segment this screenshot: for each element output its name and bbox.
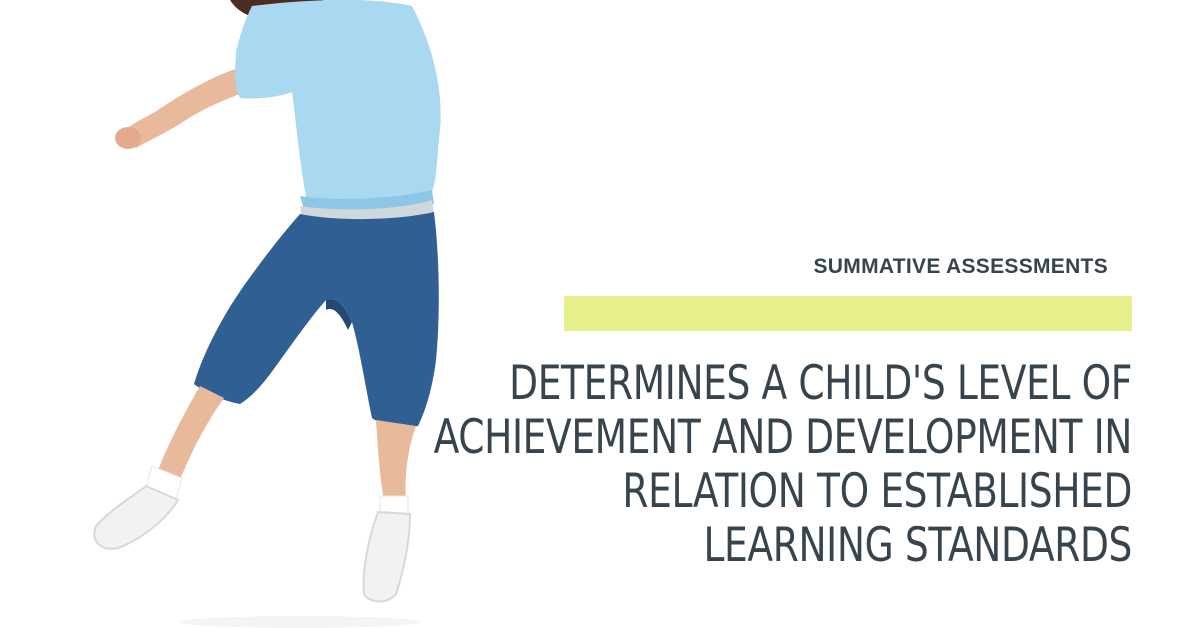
headline-line: LEARNING STANDARDS xyxy=(703,518,1132,573)
social-graphic: SUMMATIVE ASSESSMENTS DETERMINES A CHILD… xyxy=(0,0,1200,628)
fist xyxy=(115,127,141,149)
headline-line: RELATION TO ESTABLISHED xyxy=(622,464,1132,519)
headline-line: DETERMINES A CHILD'S LEVEL OF xyxy=(509,356,1132,411)
ground-shadow xyxy=(180,616,420,628)
eyebrow-label: SUMMATIVE ASSESSMENTS xyxy=(813,255,1108,278)
headline-line: ACHIEVEMENT AND DEVELOPMENT IN xyxy=(433,410,1133,465)
headline: DETERMINES A CHILD'S LEVEL OF ACHIEVEMEN… xyxy=(428,356,1133,573)
accent-bar xyxy=(564,296,1132,331)
